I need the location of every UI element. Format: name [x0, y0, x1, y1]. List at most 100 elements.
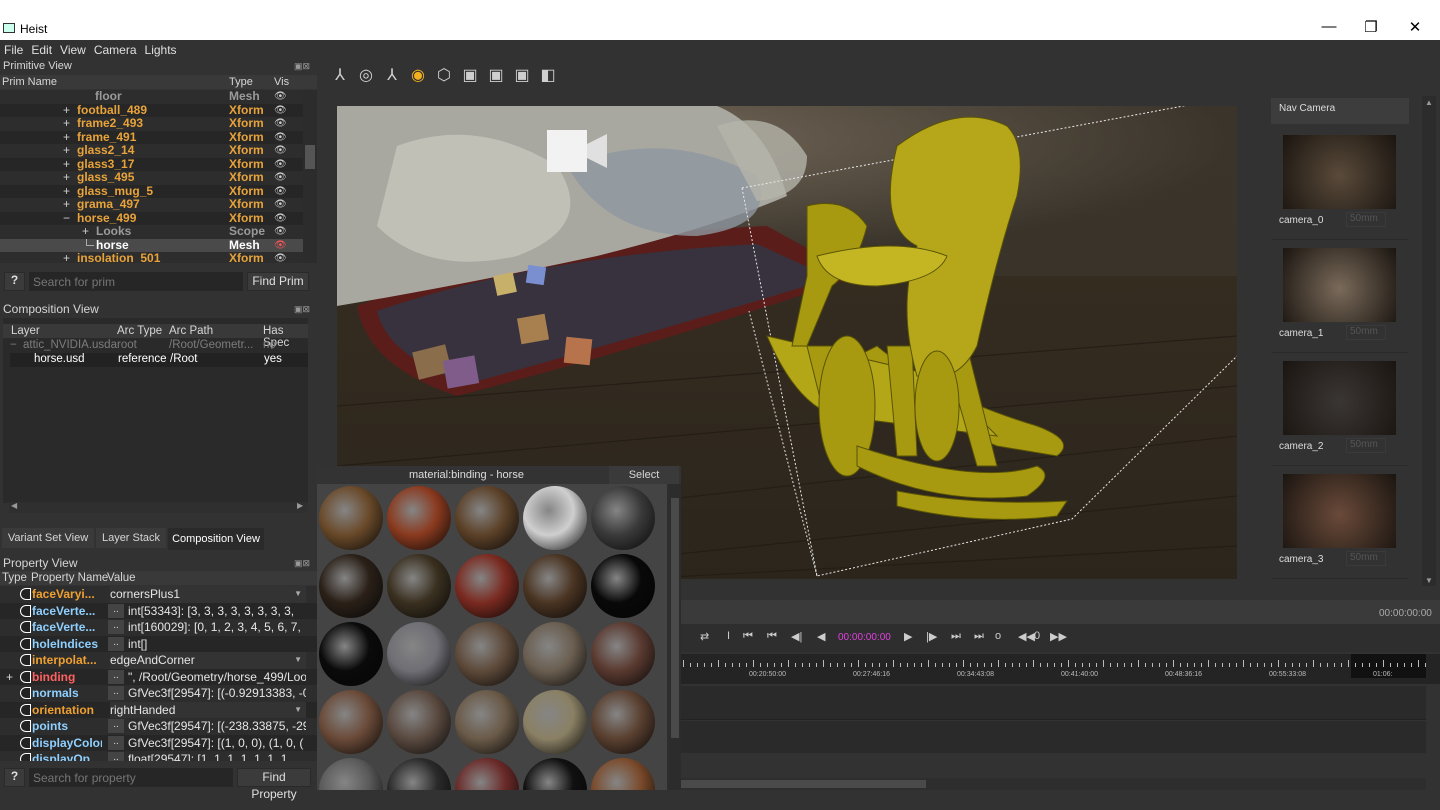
- property-value-dropdown[interactable]: rightHanded ▼: [110, 701, 306, 718]
- menu-edit[interactable]: Edit: [27, 40, 56, 57]
- menu-file[interactable]: File: [0, 40, 27, 57]
- minimize-icon[interactable]: —: [1318, 18, 1340, 38]
- material-sphere[interactable]: [387, 622, 451, 686]
- visibility-eye-icon[interactable]: 👁: [274, 104, 287, 118]
- property-help-button[interactable]: ?: [4, 768, 25, 787]
- expand-value-button[interactable]: ..: [108, 636, 124, 651]
- camera-vr-icon[interactable]: ▣: [512, 65, 532, 85]
- close-icon[interactable]: ✕: [1404, 18, 1426, 38]
- focal-length-field[interactable]: 50mm: [1346, 212, 1386, 227]
- prim-row[interactable]: + glass3_17 Xform 👁: [0, 157, 303, 172]
- material-sphere[interactable]: [523, 486, 587, 550]
- prim-row[interactable]: + grama_497 Xform 👁: [0, 197, 303, 212]
- prim-scrollbar[interactable]: [303, 90, 317, 263]
- frame-counter[interactable]: 0: [1034, 630, 1040, 642]
- prim-row[interactable]: + frame_491 Xform 👁: [0, 130, 303, 145]
- globe-icon[interactable]: ◉: [408, 65, 428, 85]
- expand-icon[interactable]: +: [63, 170, 70, 185]
- col-property-name[interactable]: Property Name: [31, 572, 108, 584]
- prim-row[interactable]: + football_489 Xform 👁: [0, 103, 303, 118]
- material-sphere[interactable]: [319, 486, 383, 550]
- col-value[interactable]: Value: [107, 572, 136, 584]
- visibility-eye-icon[interactable]: 👁: [274, 198, 287, 212]
- menu-view[interactable]: View: [56, 40, 90, 57]
- timeline-hscrollbar[interactable]: [681, 778, 1426, 790]
- visibility-eye-icon[interactable]: 👁: [274, 212, 287, 226]
- property-row[interactable]: + binding.. ", /Root/Geometry/horse_499/Lo…: [0, 668, 317, 686]
- material-sphere[interactable]: [319, 554, 383, 618]
- tree-icon[interactable]: ⅄: [382, 65, 402, 85]
- step-back-icon[interactable]: ◀|: [791, 630, 802, 643]
- composition-row[interactable]: − attic_NVIDIA.usda root /Root/Geometr..…: [3, 339, 308, 353]
- col-arc-type[interactable]: Arc Type: [117, 325, 162, 337]
- find-property-button[interactable]: Find Property: [237, 768, 311, 801]
- material-sphere[interactable]: [455, 758, 519, 790]
- material-sphere[interactable]: [319, 690, 383, 754]
- col-prim-name[interactable]: Prim Name: [2, 76, 57, 88]
- prim-row[interactable]: + insolation_501 Xform 👁: [0, 251, 303, 263]
- play-back-icon[interactable]: ◀: [817, 630, 825, 643]
- property-row[interactable]: displayOp..... float[29547]: [1, 1, 1, 1,…: [0, 751, 317, 761]
- keyframe-icon[interactable]: o: [995, 630, 1001, 642]
- property-row[interactable]: orientation rightHanded ▼: [0, 701, 317, 718]
- find-prim-button[interactable]: Find Prim: [247, 272, 309, 291]
- prim-row[interactable]: + glass2_14 Xform 👁: [0, 143, 303, 158]
- visibility-eye-icon[interactable]: 👁: [274, 171, 287, 185]
- timeline-ruler[interactable]: 00:20:50:00 00:27:46:16 00:34:43:08 00:41:4…: [681, 654, 1440, 684]
- material-sphere[interactable]: [523, 758, 587, 790]
- property-row[interactable]: faceVerte..... int[53343]: [3, 3, 3, 3, 3…: [0, 602, 317, 619]
- focal-length-field[interactable]: 50mm: [1346, 325, 1386, 340]
- vr-headset-icon[interactable]: ◧: [538, 65, 558, 85]
- play-icon[interactable]: ▶: [904, 630, 912, 643]
- rewind-icon[interactable]: ◀◀: [1018, 630, 1035, 643]
- loop-icon[interactable]: ⇄: [700, 630, 709, 643]
- step-forward-icon[interactable]: |▶: [926, 630, 937, 643]
- material-sphere[interactable]: [319, 758, 383, 790]
- col-type[interactable]: Type: [2, 572, 27, 584]
- prim-row[interactable]: + glass_495 Xform 👁: [0, 170, 303, 185]
- property-row[interactable]: faceVerte..... int[160029]: [0, 1, 2, 3, …: [0, 619, 317, 636]
- material-sphere[interactable]: [523, 554, 587, 618]
- material-sphere[interactable]: [387, 758, 451, 790]
- go-end-icon[interactable]: ⏭: [974, 630, 984, 643]
- col-layer[interactable]: Layer: [11, 325, 40, 337]
- dock-float-icon[interactable]: ▣⊠: [294, 61, 310, 72]
- prim-help-button[interactable]: ?: [4, 272, 25, 291]
- expand-icon[interactable]: +: [63, 143, 70, 158]
- go-start-icon[interactable]: ⏮: [743, 630, 753, 643]
- visibility-eye-icon[interactable]: 👁: [274, 158, 287, 172]
- prim-row[interactable]: horse Mesh 👁: [0, 238, 303, 253]
- property-row[interactable]: displayColor.. GfVec3f[29547]: [(1, 0, 0)…: [0, 734, 317, 751]
- tab-layer-stack[interactable]: Layer Stack: [96, 528, 166, 548]
- property-value-dropdown[interactable]: cornersPlus1 ▼: [110, 586, 306, 603]
- material-sphere[interactable]: [387, 690, 451, 754]
- camera-icon[interactable]: ▣: [460, 65, 480, 85]
- visibility-eye-icon[interactable]: 👁: [274, 131, 287, 145]
- fast-forward-icon[interactable]: ▶▶: [1050, 630, 1067, 643]
- menu-lights[interactable]: Lights: [141, 40, 181, 57]
- expand-value-button[interactable]: ..: [108, 669, 124, 684]
- visibility-eye-icon[interactable]: 👁: [274, 239, 287, 253]
- expand-icon[interactable]: +: [63, 184, 70, 199]
- prim-row[interactable]: + glass_mug_5 Xform 👁: [0, 184, 303, 199]
- expand-value-button[interactable]: ..: [108, 752, 124, 761]
- camera-plus-icon[interactable]: ▣: [486, 65, 506, 85]
- property-search-input[interactable]: [29, 768, 233, 787]
- dock-float-icon[interactable]: ▣⊠: [294, 304, 310, 315]
- camera-thumbnail-cell[interactable]: camera_1 50mm: [1272, 245, 1408, 353]
- focal-length-field[interactable]: 50mm: [1346, 551, 1386, 566]
- timeline-track[interactable]: [681, 686, 1426, 720]
- property-row[interactable]: points.. GfVec3f[29547]: [(-238.33875, -2…: [0, 718, 317, 735]
- prim-search-input[interactable]: [29, 272, 243, 291]
- camera-thumbnail-cell[interactable]: camera_0 50mm: [1272, 132, 1408, 240]
- camera-thumbnail-cell[interactable]: camera_2 50mm: [1272, 358, 1408, 466]
- axis-icon[interactable]: ⅄: [330, 65, 350, 85]
- material-sphere[interactable]: [591, 486, 655, 550]
- dock-float-icon[interactable]: ▣⊠: [294, 558, 310, 569]
- expand-icon[interactable]: +: [63, 251, 70, 263]
- expand-icon[interactable]: +: [6, 669, 13, 686]
- material-sphere[interactable]: [591, 622, 655, 686]
- menu-camera[interactable]: Camera: [90, 40, 141, 57]
- material-sphere[interactable]: [455, 554, 519, 618]
- expand-icon[interactable]: +: [82, 224, 89, 239]
